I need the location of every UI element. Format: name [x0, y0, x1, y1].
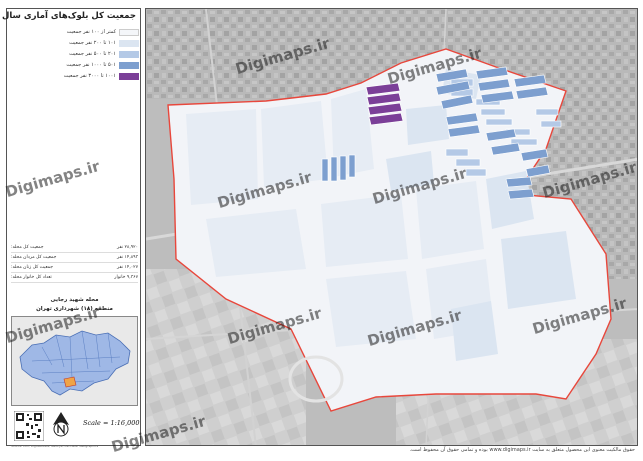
legend-label: کمتر از ۱۰۰ نفر جمعیت	[66, 29, 116, 35]
legend-swatch	[119, 61, 139, 69]
stat-row: تعداد کل خانوار محله: ۹,۳۶۷ خانوار	[11, 273, 138, 283]
legend-label: ۱۰۱ تا ۲۰۰ نفر جمعیت	[69, 40, 116, 46]
neighborhood-name: محله شهید رجایی	[50, 297, 99, 303]
stat-value: ۱۴,۰۲۷ نفر	[117, 265, 138, 270]
stat-label: جمعیت کل محله:	[11, 245, 44, 250]
imagery-credit: Source: Esri, DigitalGlobe, GeoEye, Eart…	[11, 444, 99, 448]
map-layout: جمعیت کل بلوک‌های آماری سال ۱۳۹۵ کمتر از…	[0, 0, 643, 461]
legend: کمتر از ۱۰۰ نفر جمعیت ۱۰۱ تا ۲۰۰ نفر جمع…	[47, 27, 139, 82]
legend-swatch	[119, 39, 139, 47]
stat-label: تعداد کل خانوار محله:	[11, 275, 52, 280]
scale-text: Scale = 1:16,000	[83, 419, 140, 427]
stat-label: جمعیت کل زنان محله:	[11, 265, 54, 270]
legend-label: ۵۰۱ تا ۱۰۰۰ نفر جمعیت	[66, 62, 116, 68]
stat-label: جمعیت کل مردان محله:	[11, 255, 57, 260]
stat-value: ۹,۳۶۷ خانوار	[114, 275, 138, 280]
legend-swatch	[119, 28, 139, 36]
map-title: جمعیت کل بلوک‌های آماری سال ۱۳۹۵	[0, 11, 136, 21]
stat-row: جمعیت کل زنان محله: ۱۴,۰۲۷ نفر	[11, 263, 138, 273]
legend-label: ۲۰۱ تا ۵۰۰ نفر جمعیت	[69, 51, 116, 57]
district-highlight	[63, 376, 77, 388]
legend-item: ۵۰۱ تا ۱۰۰۰ نفر جمعیت	[47, 60, 139, 70]
legend-swatch	[119, 50, 139, 58]
stat-row: جمعیت کل محله: ۲۸,۹۲۰ نفر	[11, 243, 138, 253]
copyright-footer: حقوق مالکیت معنوی این محصول متعلق به سای…	[409, 447, 635, 453]
legend-panel: جمعیت کل بلوک‌های آماری سال ۱۳۹۵ کمتر از…	[0, 8, 141, 448]
stat-row: جمعیت کل مردان محله: ۱۴,۸۹۳ نفر	[11, 253, 138, 263]
map-canvas[interactable]: Digimaps.ir Digimaps.ir Digimaps.ir Digi…	[145, 8, 638, 446]
qr-code-icon	[14, 411, 44, 441]
legend-item: ۲۰۱ تا ۵۰۰ نفر جمعیت	[47, 49, 139, 59]
stat-value: ۱۴,۸۹۳ نفر	[117, 255, 138, 260]
legend-item: ۱۰۱ تا ۲۰۰ نفر جمعیت	[47, 38, 139, 48]
stat-value: ۲۸,۹۲۰ نفر	[117, 245, 138, 250]
legend-swatch	[119, 72, 139, 80]
north-arrow-icon	[53, 412, 69, 437]
legend-item: ۱۰۰۱ تا ۳۰۰۰ نفر جمعیت	[47, 71, 139, 81]
legend-label: ۱۰۰۱ تا ۳۰۰۰ نفر جمعیت	[63, 73, 116, 79]
population-stats: جمعیت کل محله: ۲۸,۹۲۰ نفر جمعیت کل مردان…	[11, 243, 138, 283]
legend-item: کمتر از ۱۰۰ نفر جمعیت	[47, 27, 139, 37]
